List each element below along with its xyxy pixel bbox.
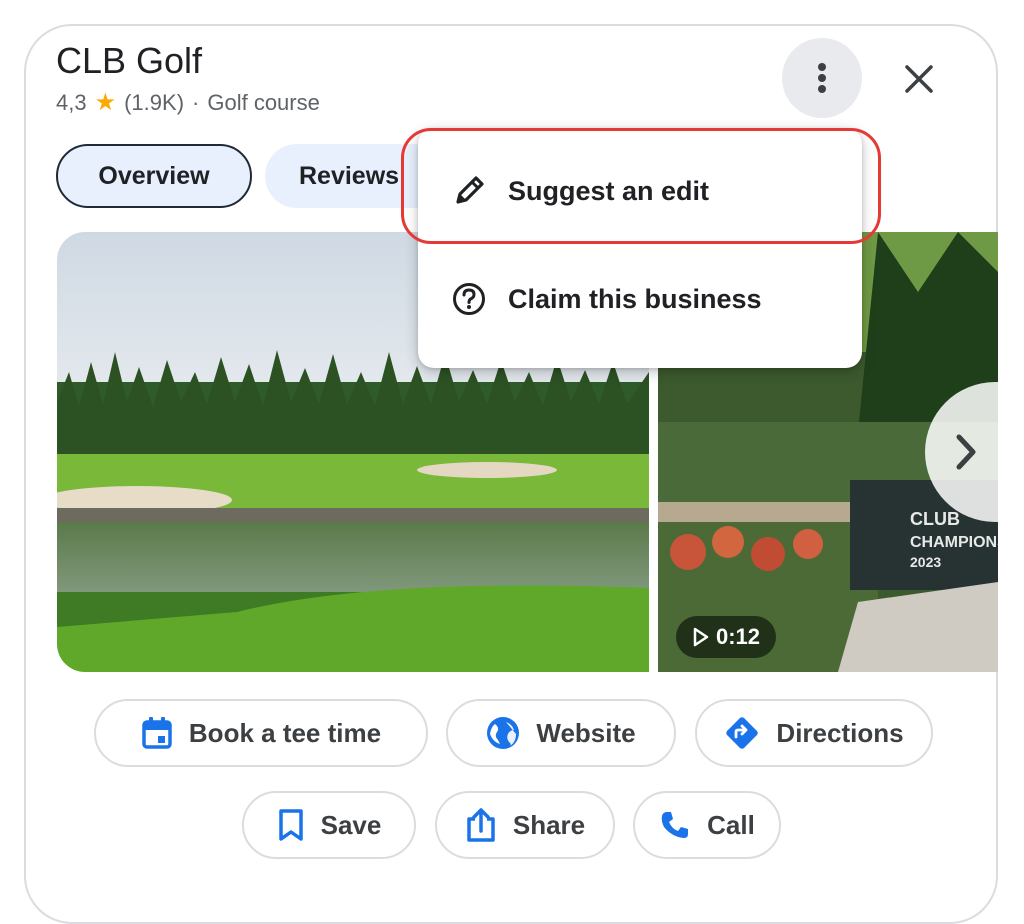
share-label: Share xyxy=(512,809,586,840)
sign-text-year: 2023 xyxy=(910,554,941,570)
video-duration: 0:12 xyxy=(716,624,761,649)
more-options-button[interactable] xyxy=(782,38,862,118)
sign-text-club: CLUB xyxy=(910,509,960,529)
menu-item-suggest-edit[interactable]: Suggest an edit xyxy=(418,146,862,236)
more-vert-icon xyxy=(818,63,826,93)
close-button[interactable] xyxy=(892,52,946,106)
bookmark-icon xyxy=(278,809,303,841)
rating-value: 4,3 xyxy=(56,90,87,115)
separator-dot: · xyxy=(192,90,200,115)
directions-label: Directions xyxy=(776,717,904,748)
help-circle-icon xyxy=(453,283,485,315)
chevron-right-icon xyxy=(956,434,976,470)
book-tee-time-button[interactable]: Book a tee time xyxy=(94,699,428,767)
place-subline: 4,3 ★ (1.9K) · Golf course xyxy=(56,90,320,116)
close-icon xyxy=(905,65,933,93)
save-button[interactable]: Save xyxy=(242,791,416,859)
video-duration-badge: 0:12 xyxy=(676,616,777,658)
sign-text-championship: CHAMPIONSHIP xyxy=(910,534,998,551)
share-button[interactable]: Share xyxy=(435,791,615,859)
menu-item-suggest-edit-label: Suggest an edit xyxy=(508,175,710,206)
call-label: Call xyxy=(707,809,755,840)
directions-icon xyxy=(726,717,759,749)
directions-button[interactable]: Directions xyxy=(695,699,933,767)
review-count[interactable]: (1.9K) xyxy=(124,90,184,116)
play-icon xyxy=(693,627,709,647)
tab-overview[interactable]: Overview xyxy=(56,144,252,208)
calendar-icon xyxy=(142,717,172,749)
website-button[interactable]: Website xyxy=(446,699,676,767)
call-button[interactable]: Call xyxy=(633,791,781,859)
pencil-icon xyxy=(456,176,484,204)
place-category: Golf course xyxy=(207,90,320,115)
menu-item-claim-business-label: Claim this business xyxy=(508,283,762,314)
website-label: Website xyxy=(536,717,636,748)
save-label: Save xyxy=(320,809,382,840)
star-icon: ★ xyxy=(94,89,117,116)
globe-icon xyxy=(487,717,520,749)
phone-icon xyxy=(661,812,689,838)
place-title: CLB Golf xyxy=(56,40,203,81)
book-tee-time-label: Book a tee time xyxy=(188,717,382,748)
menu-item-claim-business[interactable]: Claim this business xyxy=(418,254,862,344)
share-icon xyxy=(467,808,495,842)
overflow-menu: Suggest an edit Claim this business xyxy=(418,128,862,368)
